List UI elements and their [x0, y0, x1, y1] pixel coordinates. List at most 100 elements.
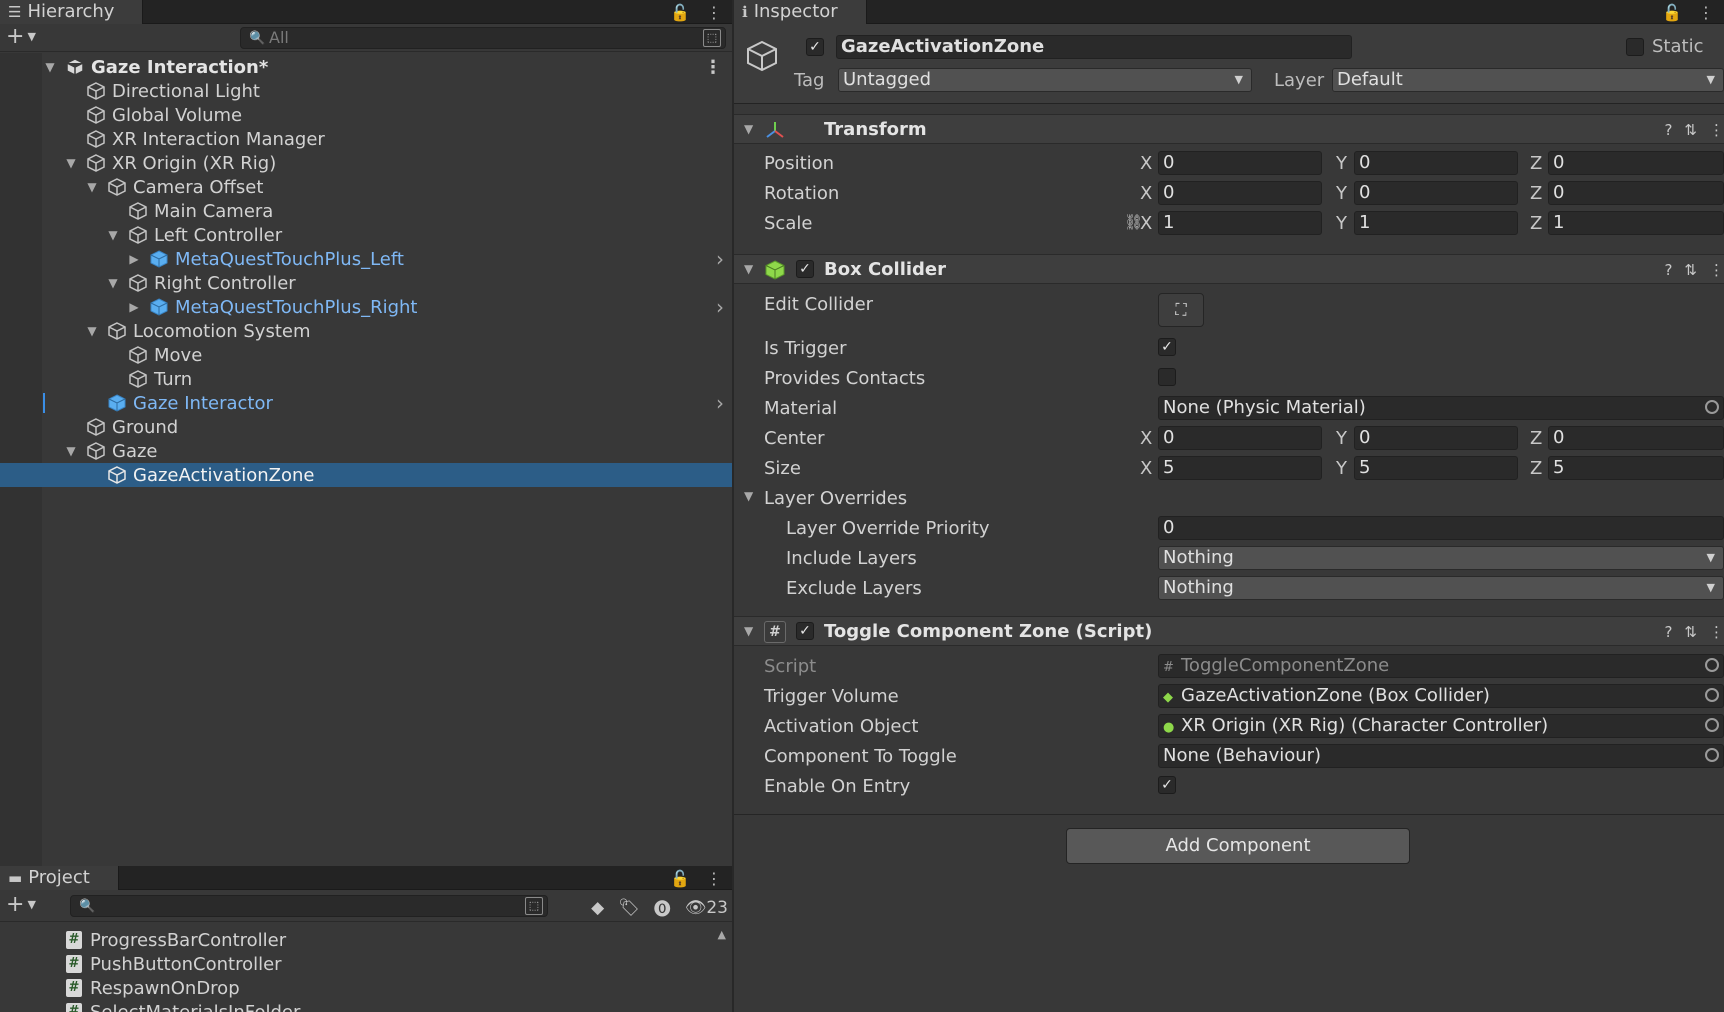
- help-icon[interactable]: ?: [1664, 261, 1672, 279]
- presets-icon[interactable]: ⇅: [1684, 623, 1697, 641]
- active-checkbox[interactable]: ✓: [806, 38, 824, 56]
- object-name-field[interactable]: GazeActivationZone: [836, 35, 1352, 59]
- center-y-field[interactable]: 0: [1354, 426, 1518, 450]
- position-x-axis-label[interactable]: X: [1140, 153, 1152, 174]
- is-trigger-checkbox[interactable]: ✓: [1158, 338, 1176, 356]
- gameobject-cube-icon[interactable]: [744, 38, 780, 74]
- rotation-z-axis-label[interactable]: Z: [1530, 183, 1542, 204]
- hierarchy-row-locomotion-system[interactable]: ▼ Locomotion System: [0, 319, 732, 343]
- rotation-x-field[interactable]: 0: [1158, 181, 1322, 205]
- fold-arrow-icon[interactable]: ▼: [744, 262, 753, 276]
- hierarchy-row-xr-interaction-manager[interactable]: XR Interaction Manager: [0, 127, 732, 151]
- collapsed-arrow-icon[interactable]: ▶: [127, 300, 141, 314]
- object-picker-icon[interactable]: [1705, 400, 1719, 414]
- project-item[interactable]: # PushButtonController: [66, 952, 282, 976]
- scale-z-field[interactable]: 1: [1548, 211, 1724, 235]
- rotation-z-field[interactable]: 0: [1548, 181, 1724, 205]
- presets-icon[interactable]: ⇅: [1684, 261, 1697, 279]
- box-collider-enabled-checkbox[interactable]: ✓: [796, 260, 814, 278]
- hierarchy-row-metaquesttouchplus-left[interactable]: ▶ MetaQuestTouchPlus_Left ›: [0, 247, 732, 271]
- open-prefab-chevron-icon[interactable]: ›: [716, 295, 724, 319]
- exclude-layers-dropdown[interactable]: Nothing ▼: [1158, 576, 1724, 600]
- create-button[interactable]: + ▼: [6, 26, 36, 48]
- more-icon[interactable]: ⋮: [1709, 261, 1724, 279]
- center-z-field[interactable]: 0: [1548, 426, 1724, 450]
- layer-overrides-label[interactable]: Layer Overrides: [764, 488, 907, 509]
- tag-dropdown[interactable]: Untagged ▼: [838, 68, 1252, 92]
- hierarchy-row-metaquesttouchplus-right[interactable]: ▶ MetaQuestTouchPlus_Right ›: [0, 295, 732, 319]
- edit-collider-button[interactable]: ⛶: [1158, 293, 1204, 327]
- expand-arrow-icon[interactable]: ▼: [43, 60, 57, 74]
- more-icon[interactable]: ⋮: [706, 869, 722, 888]
- layer-dropdown[interactable]: Default ▼: [1332, 68, 1724, 92]
- scene-picker-icon[interactable]: ⬚: [703, 29, 721, 47]
- presets-icon[interactable]: ⇅: [1684, 121, 1697, 139]
- enable-on-entry-checkbox[interactable]: ✓: [1158, 776, 1176, 794]
- center-x-field[interactable]: 0: [1158, 426, 1322, 450]
- center-y-axis-label[interactable]: Y: [1336, 428, 1347, 449]
- collapsed-arrow-icon[interactable]: ▶: [127, 252, 141, 266]
- inspector-tab[interactable]: ℹ Inspector: [734, 0, 867, 24]
- include-layers-dropdown[interactable]: Nothing ▼: [1158, 546, 1724, 570]
- filter-by-type-icon[interactable]: ◆: [591, 898, 604, 918]
- center-z-axis-label[interactable]: Z: [1530, 428, 1542, 449]
- hierarchy-row-xr-origin-xr-rig[interactable]: ▼ XR Origin (XR Rig): [0, 151, 732, 175]
- help-icon[interactable]: ?: [1664, 121, 1672, 139]
- layer-override-priority-field[interactable]: 0: [1158, 516, 1724, 540]
- position-z-axis-label[interactable]: Z: [1530, 153, 1542, 174]
- open-prefab-chevron-icon[interactable]: ›: [716, 247, 724, 271]
- lock-icon[interactable]: 🔓: [1662, 3, 1682, 22]
- object-picker-icon[interactable]: [1705, 718, 1719, 732]
- scene-menu-icon[interactable]: ⋮: [704, 57, 722, 78]
- size-z-axis-label[interactable]: Z: [1530, 458, 1542, 479]
- more-icon[interactable]: ⋮: [706, 3, 722, 22]
- size-x-axis-label[interactable]: X: [1140, 458, 1152, 479]
- provides-contacts-checkbox[interactable]: [1158, 368, 1176, 386]
- hierarchy-row-gazeactivationzone[interactable]: GazeActivationZone: [0, 463, 732, 487]
- filter-by-label-icon[interactable]: 🏷: [618, 898, 640, 918]
- position-x-field[interactable]: 0: [1158, 151, 1322, 175]
- script-field[interactable]: # ToggleComponentZone: [1158, 654, 1724, 678]
- more-icon[interactable]: ⋮: [1698, 3, 1714, 22]
- fold-arrow-icon[interactable]: ▼: [744, 122, 753, 136]
- material-field[interactable]: None (Physic Material): [1158, 396, 1724, 420]
- help-icon[interactable]: ?: [1664, 623, 1672, 641]
- lock-icon[interactable]: 🔓: [670, 3, 690, 22]
- scale-y-field[interactable]: 1: [1354, 211, 1518, 235]
- toggle-zone-enabled-checkbox[interactable]: ✓: [796, 622, 814, 640]
- hierarchy-row-global-volume[interactable]: Global Volume: [0, 103, 732, 127]
- size-y-field[interactable]: 5: [1354, 456, 1518, 480]
- layer-overrides-fold-icon[interactable]: ▼: [744, 489, 753, 503]
- hierarchy-row-gaze-interactor[interactable]: Gaze Interactor ›: [0, 391, 732, 415]
- hierarchy-row-move[interactable]: Move: [0, 343, 732, 367]
- scroll-up-icon[interactable]: ▲: [718, 928, 726, 941]
- expand-arrow-icon[interactable]: ▼: [64, 444, 78, 458]
- hierarchy-row-directional-light[interactable]: Directional Light: [0, 79, 732, 103]
- lock-icon[interactable]: 🔓: [670, 869, 690, 888]
- hierarchy-row-turn[interactable]: Turn: [0, 367, 732, 391]
- hierarchy-row-gaze-interaction[interactable]: ▼ Gaze Interaction* ⋮: [0, 55, 732, 79]
- open-prefab-chevron-icon[interactable]: ›: [716, 391, 724, 415]
- expand-arrow-icon[interactable]: ▼: [64, 156, 78, 170]
- create-asset-button[interactable]: + ▼: [6, 894, 36, 916]
- expand-arrow-icon[interactable]: ▼: [85, 180, 99, 194]
- size-x-field[interactable]: 5: [1158, 456, 1322, 480]
- hidden-packages-icon[interactable]: 👁23: [685, 898, 728, 918]
- hierarchy-tab[interactable]: ☰ Hierarchy: [0, 0, 144, 24]
- expand-arrow-icon[interactable]: ▼: [106, 276, 120, 290]
- box-collider-header[interactable]: ▼ ✓ Box Collider ? ⇅ ⋮: [734, 254, 1724, 284]
- position-z-field[interactable]: 0: [1548, 151, 1724, 175]
- activation-object-field[interactable]: ● XR Origin (XR Rig) (Character Controlle…: [1158, 714, 1724, 738]
- more-icon[interactable]: ⋮: [1709, 623, 1724, 641]
- fold-arrow-icon[interactable]: ▼: [744, 624, 753, 638]
- size-y-axis-label[interactable]: Y: [1336, 458, 1347, 479]
- object-picker-icon[interactable]: [1705, 688, 1719, 702]
- rotation-y-axis-label[interactable]: Y: [1336, 183, 1347, 204]
- project-item[interactable]: # RespawnOnDrop: [66, 976, 240, 1000]
- component-to-toggle-field[interactable]: None (Behaviour): [1158, 744, 1724, 768]
- hierarchy-row-right-controller[interactable]: ▼ Right Controller: [0, 271, 732, 295]
- static-checkbox[interactable]: [1626, 38, 1644, 56]
- hierarchy-row-camera-offset[interactable]: ▼ Camera Offset: [0, 175, 732, 199]
- center-x-axis-label[interactable]: X: [1140, 428, 1152, 449]
- project-tab[interactable]: ▬ Project: [0, 866, 119, 890]
